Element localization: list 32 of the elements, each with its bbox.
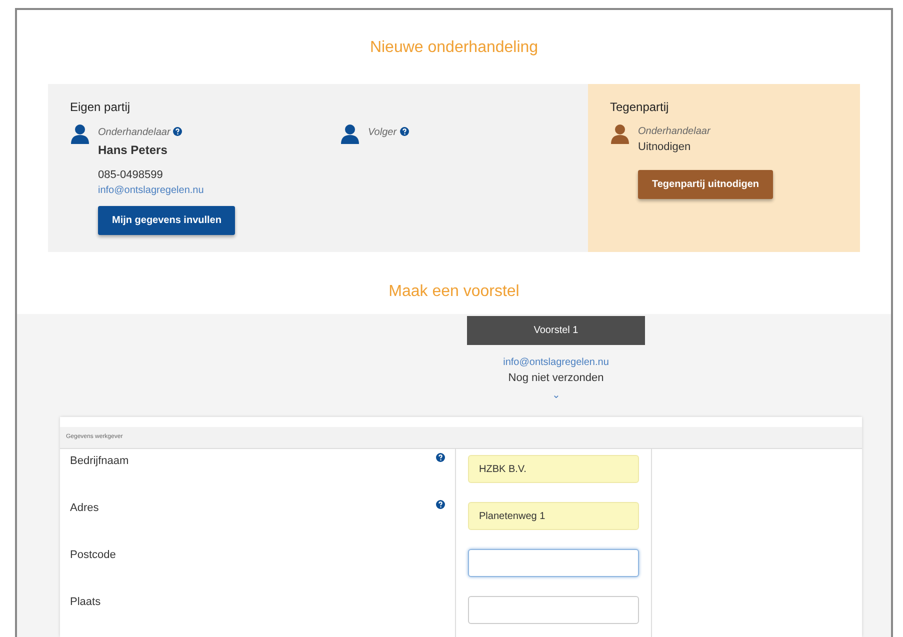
person-name: Hans Peters [98,142,168,158]
field-label: Bedrijfnaam [70,454,129,469]
input-field[interactable]: Planetenweg 1 [468,502,639,530]
fill-in-details-button[interactable]: Mijn gegevens invullen [98,206,236,235]
input-field[interactable] [468,549,639,577]
role-label: Onderhandelaar [638,125,710,139]
help-icon[interactable] [436,500,445,509]
phone-number: 085-0498599 [98,168,164,182]
input-field[interactable]: HZBK B.V. [468,455,639,483]
section-heading: Eigen partij [70,99,132,116]
person-icon [610,124,630,144]
email-link[interactable]: info@ontslagregelen.nu [98,183,566,198]
person-icon [340,124,360,144]
invite-status: Uitnodigen [638,140,692,155]
proposal-tab[interactable]: Voorstel 1 [467,316,645,345]
role-label: Onderhandelaar [98,127,170,138]
help-icon[interactable] [400,127,409,136]
input-field[interactable] [468,596,639,624]
help-icon[interactable] [173,127,182,136]
field-label: Adres [70,501,99,516]
section-title: Maak een voorstel [388,282,520,302]
status-text: Nog niet verzonden [507,371,605,386]
field-label: Postcode [70,548,116,563]
person-icon [70,124,90,144]
page-title: Nieuwe onderhandeling [368,38,540,58]
email-link[interactable]: info@ontslagregelen.nu [467,355,645,370]
invite-button[interactable]: Tegenpartij uitnodigen [638,170,774,198]
chevron-icon[interactable]: ⌄ [552,390,560,400]
help-icon[interactable] [436,453,445,462]
section-heading: Tegenpartij [610,99,670,116]
field-label: Plaats [70,595,101,610]
role-label: Volger [368,127,397,138]
